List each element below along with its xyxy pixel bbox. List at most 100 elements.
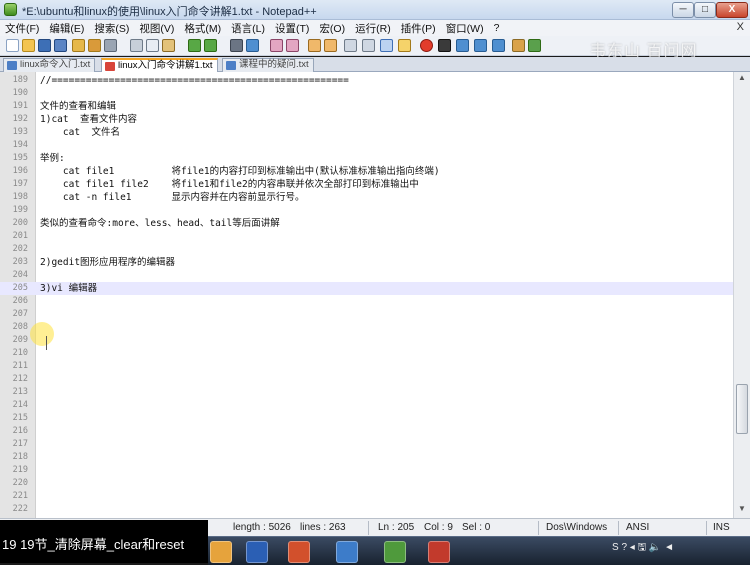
print-icon[interactable] xyxy=(104,39,117,52)
menu-language[interactable]: 语言(L) xyxy=(231,21,265,36)
editor-line[interactable]: 204 xyxy=(0,269,733,282)
editor-line[interactable]: 195 举例: xyxy=(0,152,733,165)
zoom-out-icon[interactable] xyxy=(286,39,299,52)
replace-icon[interactable] xyxy=(246,39,259,52)
new-file-icon[interactable] xyxy=(6,39,19,52)
menu-macro[interactable]: 宏(O) xyxy=(319,21,345,36)
recorder-app-icon[interactable] xyxy=(428,541,450,563)
editor-line[interactable]: 190 xyxy=(0,87,733,100)
editor-line[interactable]: 215 xyxy=(0,412,733,425)
save-macro-icon[interactable] xyxy=(492,39,505,52)
window-titlebar[interactable]: *E:\ubuntu和linux的使用\linux入门命令讲解1.txt - N… xyxy=(0,0,750,20)
editor-line[interactable]: 222 xyxy=(0,503,733,516)
open-file-icon[interactable] xyxy=(22,39,35,52)
editor-line[interactable]: 201 xyxy=(0,230,733,243)
copy-icon[interactable] xyxy=(146,39,159,52)
editor-line[interactable]: 197 cat file1 file2 将file1和file2的内容串联并依次… xyxy=(0,178,733,191)
editor-line[interactable]: 217 xyxy=(0,438,733,451)
show-all-characters-icon[interactable] xyxy=(362,39,375,52)
editor-line[interactable]: 193 cat 文件名 xyxy=(0,126,733,139)
editor-line[interactable]: 194 xyxy=(0,139,733,152)
editor-line[interactable]: 219 xyxy=(0,464,733,477)
status-eol-format[interactable]: Dos\Windows xyxy=(546,522,607,533)
redo-icon[interactable] xyxy=(204,39,217,52)
sync-vertical-icon[interactable] xyxy=(308,39,321,52)
editor-line[interactable]: 196 cat file1 将file1的内容打印到标准输出中(默认标准标准输出… xyxy=(0,165,733,178)
folder-as-workspace-icon[interactable] xyxy=(398,39,411,52)
menu-view[interactable]: 视图(V) xyxy=(139,21,174,36)
editor-line[interactable]: 189 //===================================… xyxy=(0,74,733,87)
find-icon[interactable] xyxy=(230,39,243,52)
scroll-down-arrow-icon[interactable]: ▼ xyxy=(736,504,748,516)
editor-line[interactable]: 220 xyxy=(0,477,733,490)
editor-line[interactable]: 203 2)gedit图形应用程序的编辑器 xyxy=(0,256,733,269)
zoom-in-icon[interactable] xyxy=(270,39,283,52)
record-macro-icon[interactable] xyxy=(420,39,433,52)
editor-line[interactable]: 207 xyxy=(0,308,733,321)
text-editor[interactable]: 189 //===================================… xyxy=(0,72,733,518)
sync-horizontal-icon[interactable] xyxy=(324,39,337,52)
menu-run[interactable]: 运行(R) xyxy=(355,21,391,36)
word-app-icon[interactable] xyxy=(246,541,268,563)
powerpoint-app-icon[interactable] xyxy=(288,541,310,563)
editor-line[interactable]: 192 1)cat 查看文件内容 xyxy=(0,113,733,126)
scroll-up-arrow-icon[interactable]: ▲ xyxy=(736,73,748,85)
editor-line[interactable]: 210 xyxy=(0,347,733,360)
editor-line[interactable]: 214 xyxy=(0,399,733,412)
menu-help[interactable]: ? xyxy=(494,22,500,34)
menu-window[interactable]: 窗口(W) xyxy=(446,21,484,36)
yinxiang-app-icon[interactable] xyxy=(336,541,358,563)
menu-format[interactable]: 格式(M) xyxy=(184,21,221,36)
save-icon[interactable] xyxy=(38,39,51,52)
plugin-icon[interactable] xyxy=(512,39,525,52)
paste-icon[interactable] xyxy=(162,39,175,52)
menu-plugins[interactable]: 插件(P) xyxy=(401,21,436,36)
play-macro-icon[interactable] xyxy=(456,39,469,52)
editor-line[interactable]: 206 xyxy=(0,295,733,308)
editor-line[interactable]: 198 cat -n file1 显示内容并在内容前显示行号。 xyxy=(0,191,733,204)
editor-line[interactable]: 200 类似的查看命令:more、less、head、tail等后面讲解 xyxy=(0,217,733,230)
editor-line[interactable]: 216 xyxy=(0,425,733,438)
line-number: 203 xyxy=(12,257,28,267)
pdf-app-icon[interactable] xyxy=(210,541,232,563)
status-insert-mode[interactable]: INS xyxy=(713,522,730,533)
editor-line[interactable]: 208 xyxy=(0,321,733,334)
word-wrap-icon[interactable] xyxy=(344,39,357,52)
spell-check-icon[interactable] xyxy=(528,39,541,52)
save-all-icon[interactable] xyxy=(54,39,67,52)
run-macro-multiple-icon[interactable] xyxy=(474,39,487,52)
minimize-button[interactable]: ─ xyxy=(672,2,694,18)
undo-icon[interactable] xyxy=(188,39,201,52)
indent-guide-icon[interactable] xyxy=(380,39,393,52)
editor-line[interactable]: 199 xyxy=(0,204,733,217)
cut-icon[interactable] xyxy=(130,39,143,52)
editor-line[interactable]: 221 xyxy=(0,490,733,503)
menu-settings[interactable]: 设置(T) xyxy=(275,21,309,36)
vertical-scrollbar[interactable]: ▲ ▼ xyxy=(733,72,750,518)
tab-linux-commands-intro[interactable]: linux命令入门.txt xyxy=(3,58,96,72)
editor-line[interactable]: 218 xyxy=(0,451,733,464)
close-window-button[interactable]: X xyxy=(716,2,748,18)
editor-line[interactable]: 205 3)vi 编辑器 xyxy=(0,282,733,295)
editor-line[interactable]: 191 文件的查看和编辑 xyxy=(0,100,733,113)
close-document-button[interactable]: X xyxy=(737,21,744,33)
menu-edit[interactable]: 编辑(E) xyxy=(49,21,84,36)
scrollbar-thumb[interactable] xyxy=(736,384,748,434)
editor-line[interactable]: 202 xyxy=(0,243,733,256)
system-tray[interactable]: S ? ◂ 🖫 🔈 ◄ xyxy=(612,540,674,557)
close-all-icon[interactable] xyxy=(88,39,101,52)
menu-search[interactable]: 搜索(S) xyxy=(94,21,129,36)
stop-macro-icon[interactable] xyxy=(438,39,451,52)
editor-line[interactable]: 213 xyxy=(0,386,733,399)
editor-line[interactable]: 212 xyxy=(0,373,733,386)
chart-app-icon[interactable] xyxy=(384,541,406,563)
tab-course-questions[interactable]: 课程中的疑问.txt xyxy=(222,58,314,72)
editor-line[interactable]: 211 xyxy=(0,360,733,373)
status-encoding[interactable]: ANSI xyxy=(626,522,649,533)
tab-linux-commands-lesson1[interactable]: linux入门命令讲解1.txt xyxy=(101,58,218,72)
line-number: 216 xyxy=(12,426,28,436)
maximize-button[interactable]: □ xyxy=(694,2,716,18)
close-file-icon[interactable] xyxy=(72,39,85,52)
editor-line[interactable]: 209 xyxy=(0,334,733,347)
menu-file[interactable]: 文件(F) xyxy=(5,21,39,36)
